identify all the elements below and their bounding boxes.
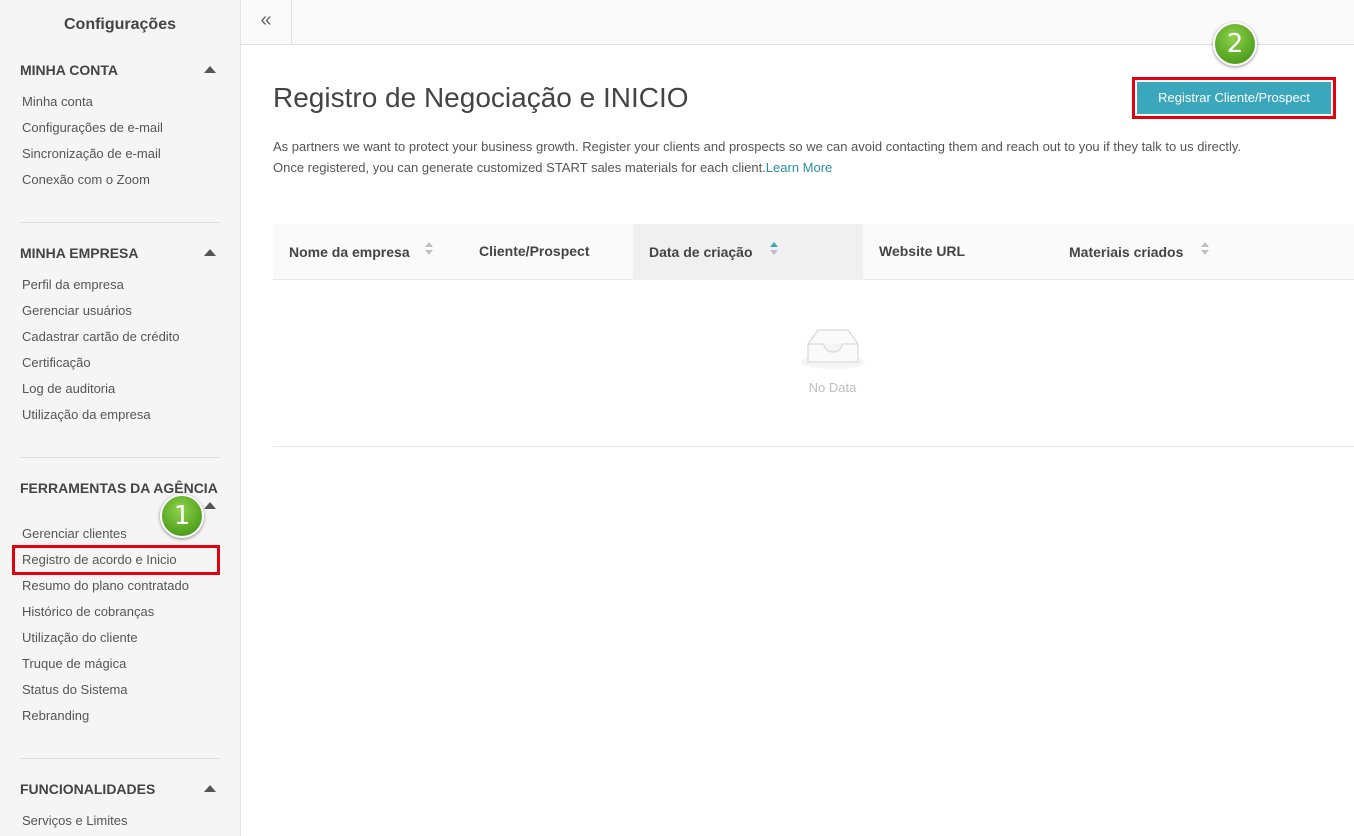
section-header-funcionalidades[interactable]: FUNCIONALIDADES xyxy=(0,781,240,801)
column-label: Materiais criados xyxy=(1069,244,1184,260)
sidebar-item-company-usage[interactable]: Utilização da empresa xyxy=(22,407,151,422)
sidebar-item-company-profile[interactable]: Perfil da empresa xyxy=(22,277,124,292)
sidebar-item-credit-card[interactable]: Cadastrar cartão de crédito xyxy=(22,329,180,344)
column-label: Cliente/Prospect xyxy=(479,243,590,259)
top-bar: « xyxy=(241,0,1354,45)
section-ferramentas-agencia: FERRAMENTAS DA AGÊNCIA xyxy=(0,480,240,509)
table-empty-state: No Data xyxy=(273,280,1354,447)
sort-icon[interactable] xyxy=(425,242,433,258)
sidebar-item-system-status[interactable]: Status do Sistema xyxy=(22,682,128,697)
sidebar-item-email-settings[interactable]: Configurações de e-mail xyxy=(22,120,163,135)
sidebar-item-client-usage[interactable]: Utilização do cliente xyxy=(22,630,138,645)
step-badge-2: 2 xyxy=(1213,22,1257,66)
register-client-button[interactable]: Registrar Cliente/Prospect xyxy=(1137,82,1331,114)
column-header-materials[interactable]: Materiais criados xyxy=(1053,224,1253,280)
sidebar-item-certification[interactable]: Certificação xyxy=(22,355,91,370)
column-label: Data de criação xyxy=(649,244,753,260)
sidebar-item-billing-history[interactable]: Histórico de cobranças xyxy=(22,604,154,619)
column-header-company[interactable]: Nome da empresa xyxy=(273,224,463,280)
learn-more-link[interactable]: Learn More xyxy=(766,160,832,175)
sidebar-item-plan-summary[interactable]: Resumo do plano contratado xyxy=(22,578,189,593)
sidebar-item-zoom[interactable]: Conexão com o Zoom xyxy=(22,172,150,187)
collapse-sidebar-icon[interactable]: « xyxy=(241,0,292,44)
caret-up-icon[interactable] xyxy=(204,502,216,509)
section-title: MINHA CONTA xyxy=(20,62,118,78)
sidebar-title: Configurações xyxy=(63,16,176,33)
sidebar-item-manage-clients[interactable]: Gerenciar clientes xyxy=(22,526,127,541)
section-header-minha-empresa[interactable]: MINHA EMPRESA xyxy=(0,245,240,265)
empty-inbox-icon xyxy=(801,329,865,369)
caret-up-icon[interactable] xyxy=(204,785,216,792)
divider xyxy=(20,758,220,759)
section-title: FUNCIONALIDADES xyxy=(20,781,156,797)
section-funcionalidades: FUNCIONALIDADES xyxy=(0,781,240,801)
divider xyxy=(20,222,220,223)
description-line-2: Once registered, you can generate custom… xyxy=(273,157,1333,178)
page-description: As partners we want to protect your busi… xyxy=(273,136,1333,178)
sort-icon[interactable] xyxy=(1201,242,1209,258)
sidebar-item-audit-log[interactable]: Log de auditoria xyxy=(22,381,115,396)
caret-up-icon[interactable] xyxy=(204,66,216,73)
page-title: Registro de Negociação e INICIO xyxy=(273,82,689,113)
empty-text: No Data xyxy=(808,380,857,395)
sidebar-item-services-limits[interactable]: Serviços e Limites xyxy=(22,813,127,828)
step-badge-1: 1 xyxy=(160,494,204,538)
section-header-ferramentas[interactable]: FERRAMENTAS DA AGÊNCIA xyxy=(0,480,240,509)
description-line-1: As partners we want to protect your busi… xyxy=(273,139,1242,154)
column-label: Website URL xyxy=(879,243,966,259)
column-header-client-prospect: Cliente/Prospect xyxy=(463,224,633,280)
section-minha-conta: MINHA CONTA xyxy=(0,62,240,82)
caret-up-icon[interactable] xyxy=(204,249,216,256)
sidebar-item-magic-trick[interactable]: Truque de mágica xyxy=(22,656,126,671)
description-text: Once registered, you can generate custom… xyxy=(273,160,766,175)
column-header-created-date[interactable]: Data de criação xyxy=(633,224,863,280)
column-header-website: Website URL xyxy=(863,224,1053,280)
section-header-minha-conta[interactable]: MINHA CONTA xyxy=(0,62,240,82)
section-minha-empresa: MINHA EMPRESA xyxy=(0,245,240,265)
section-title: MINHA EMPRESA xyxy=(20,245,139,261)
settings-sidebar: Configurações MINHA CONTA Minha conta Co… xyxy=(0,0,241,836)
sort-icon[interactable] xyxy=(770,242,778,258)
divider xyxy=(20,457,220,458)
table-header: Nome da empresa Cliente/Prospect Data de… xyxy=(273,224,1354,280)
sidebar-item-email-sync[interactable]: Sincronização de e-mail xyxy=(22,146,161,161)
sidebar-item-manage-users[interactable]: Gerenciar usuários xyxy=(22,303,132,318)
column-label: Nome da empresa xyxy=(289,244,410,260)
sidebar-item-minha-conta[interactable]: Minha conta xyxy=(22,94,93,109)
highlight-box-sidebar-item xyxy=(12,545,220,575)
sidebar-item-rebranding[interactable]: Rebranding xyxy=(22,708,89,723)
section-title: FERRAMENTAS DA AGÊNCIA xyxy=(20,480,218,496)
